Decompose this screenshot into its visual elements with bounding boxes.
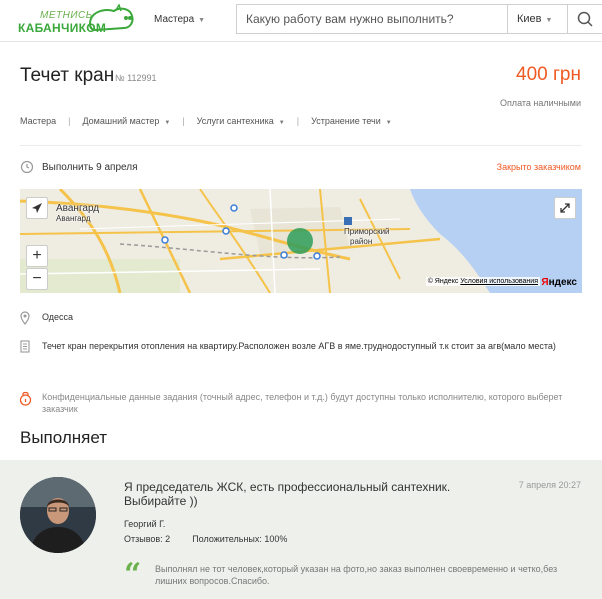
breadcrumb-item-label: Домашний мастер	[82, 116, 160, 126]
customer-review: Выполнял не тот человек,который указан н…	[155, 564, 558, 586]
executor-name[interactable]: Георгий Г.	[124, 519, 165, 529]
executor-message: Я председатель ЖСК, есть профессиональны…	[124, 480, 451, 508]
chevron-down-icon: ▼	[545, 17, 553, 24]
breadcrumb: Мастера | Домашний мастер ▼ | Услуги сант…	[20, 116, 392, 126]
logo-line-1: МЕТНИСЬ	[40, 10, 93, 21]
description-row: Течет кран перекрытия отопления на кварт…	[20, 340, 580, 357]
execution-date-row: Выполнить 9 апреля	[20, 160, 137, 174]
executor-avatar[interactable]	[20, 477, 96, 553]
expand-icon	[560, 203, 570, 213]
quote-icon: “	[124, 557, 142, 592]
map-label-avangard-2: Авангард	[56, 214, 91, 223]
map-terms-link[interactable]: Условия использования	[460, 278, 538, 285]
task-title: Течет кран	[20, 65, 115, 86]
executor-heading: Выполняет	[20, 428, 108, 447]
privacy-row: Конфиденциальные данные задания (точный …	[19, 391, 580, 415]
map-locate-button[interactable]	[26, 197, 48, 219]
breadcrumb-item-label: Устранение течи	[311, 116, 381, 126]
map-copyright-text: © Яндекс	[427, 278, 459, 285]
breadcrumb-separator: |	[68, 116, 71, 126]
executor-card: Я председатель ЖСК, есть профессиональны…	[0, 460, 602, 599]
executor-review-count[interactable]: Отзывов: 2	[124, 534, 170, 544]
map-fullscreen-button[interactable]	[554, 197, 576, 219]
task-number: № 112991	[115, 73, 157, 83]
executor-positive-rate: Положительных: 100%	[192, 534, 288, 544]
yandex-logo-letter: Я	[541, 277, 549, 288]
chevron-down-icon: ▼	[278, 120, 285, 126]
task-status: Закрыто заказчиком	[496, 162, 581, 172]
breadcrumb-item-leak-fix[interactable]: Устранение течи ▼	[311, 116, 392, 126]
task-description: Течет кран перекрытия отопления на кварт…	[42, 341, 556, 351]
task-price: 400 грн	[516, 64, 581, 85]
search-input[interactable]	[237, 5, 507, 33]
pig-logo-icon	[88, 4, 134, 32]
map-zoom-in-button[interactable]: +	[26, 245, 48, 267]
breadcrumb-item-masters[interactable]: Мастера	[20, 116, 56, 126]
chevron-down-icon: ▼	[198, 17, 206, 24]
site-logo[interactable]: МЕТНИСЬ КАБАНЧИКОМ	[18, 4, 136, 38]
breadcrumb-item-label: Услуги сантехника	[196, 116, 274, 126]
nav-masters-dropdown[interactable]: Мастера ▼	[154, 14, 205, 25]
site-header: МЕТНИСЬ КАБАНЧИКОМ Мастера▼ Киев▼	[0, 0, 602, 42]
payment-method: Оплата наличными	[499, 98, 581, 108]
breadcrumb-item-home-master[interactable]: Домашний мастер ▼	[82, 116, 170, 126]
breadcrumb-item-plumber[interactable]: Услуги сантехника ▼	[197, 116, 285, 126]
location-city: Одесса	[42, 312, 74, 322]
map-label-district: Приморский	[344, 227, 390, 236]
nav-masters-label: Мастера	[154, 14, 195, 25]
execution-date: Выполнить 9 апреля	[42, 161, 138, 173]
task-map[interactable]: + − Авангард Авангард Приморский район ©…	[20, 189, 582, 293]
map-pin-icon	[20, 311, 42, 328]
map-zoom-out-button[interactable]: −	[26, 268, 48, 290]
map-label-district-2: район	[350, 237, 373, 246]
yandex-logo-rest: ндекс	[548, 277, 577, 288]
location-row: Одесса	[20, 311, 73, 328]
chevron-down-icon: ▼	[385, 120, 392, 126]
search-button[interactable]	[567, 5, 602, 33]
map-label-avangard: Авангард	[56, 203, 100, 214]
breadcrumb-separator: |	[182, 116, 185, 126]
search-bar: Киев▼	[236, 4, 602, 34]
divider	[20, 145, 582, 146]
city-select[interactable]: Киев ▼	[507, 5, 567, 33]
executor-message-date: 7 апреля 20:27	[518, 480, 581, 490]
lock-icon	[19, 391, 42, 415]
clock-icon	[20, 160, 34, 174]
search-icon	[577, 11, 593, 27]
location-arrow-icon	[32, 203, 42, 213]
document-icon	[20, 340, 42, 357]
breadcrumb-separator: |	[296, 116, 300, 126]
privacy-notice: Конфиденциальные данные задания (точный …	[42, 392, 563, 414]
map-copyright: © Яндекс Условия использования	[425, 277, 540, 286]
executor-stats: Отзывов: 2 Положительных: 100%	[124, 534, 287, 544]
chevron-down-icon: ▼	[164, 120, 171, 126]
city-select-value: Киев	[517, 13, 542, 25]
yandex-logo[interactable]: Яндекс	[541, 277, 577, 288]
